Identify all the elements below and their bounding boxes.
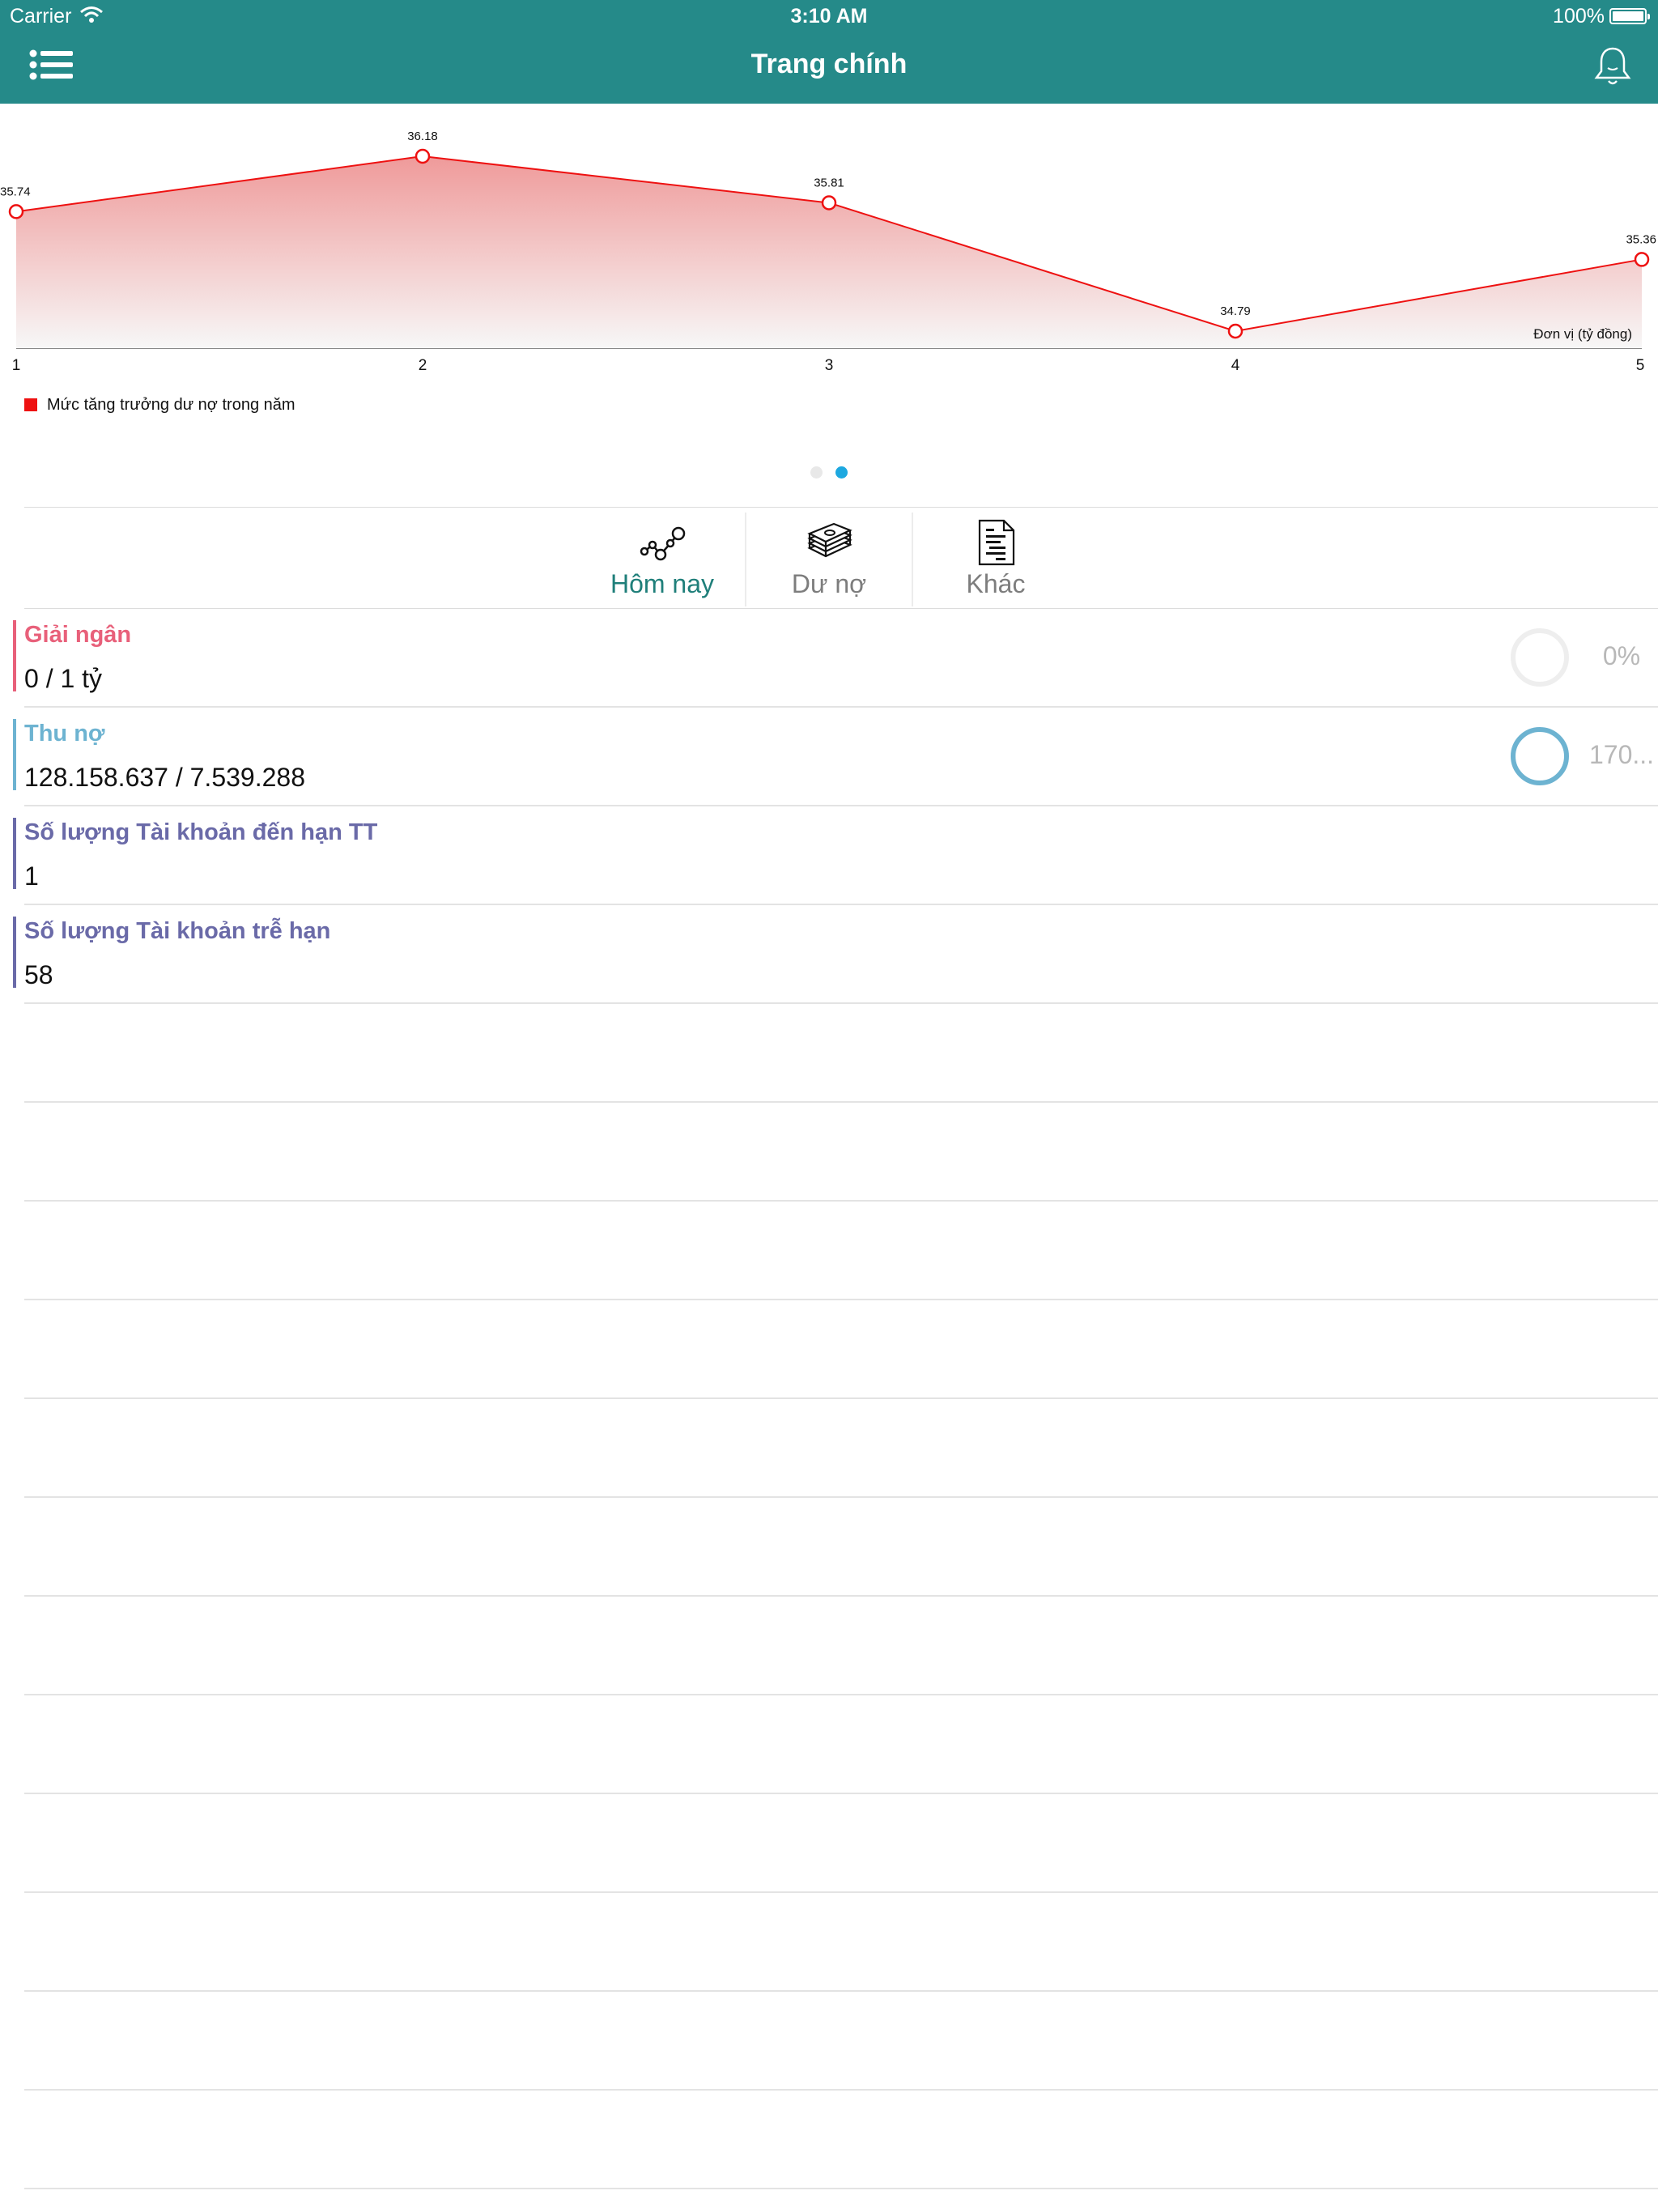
empty-row <box>24 1597 1658 1695</box>
empty-row <box>24 1695 1658 1794</box>
row-value: 1 <box>24 861 39 891</box>
empty-row <box>24 1498 1658 1597</box>
page-title: Trang chính <box>750 49 908 79</box>
summary-list: Giải ngân 0 / 1 tỷ 0% Thu nợ 128.158.637… <box>0 609 1658 2212</box>
unit-note: Đơn vị (tỷ đồng) <box>1533 326 1632 342</box>
tab-label: Khác <box>966 569 1026 598</box>
data-point <box>1227 323 1244 339</box>
legend-label: Mức tăng trưởng dư nợ trong năm <box>47 395 295 414</box>
tab-label: Dư nợ <box>791 569 867 598</box>
clock-label: 3:10 AM <box>790 5 868 28</box>
battery-icon <box>1609 8 1650 24</box>
progress-ring <box>1511 727 1569 785</box>
data-label: 34.79 <box>1220 304 1251 318</box>
progress-percent: 170... <box>1588 740 1655 769</box>
document-icon <box>978 519 1015 566</box>
row-value: 58 <box>24 960 53 989</box>
row-title: Số lượng Tài khoản đến hạn TT <box>24 819 378 845</box>
battery-percent: 100% <box>1553 5 1605 28</box>
row-accent-bar <box>13 818 16 889</box>
empty-row <box>24 1103 1658 1202</box>
tab-du-no[interactable]: Dư nợ <box>746 508 912 608</box>
page-dot-1[interactable] <box>810 466 823 479</box>
x-tick-label: 1 <box>12 357 21 374</box>
progress-percent: 0% <box>1602 641 1641 670</box>
network-graph-icon <box>640 526 686 561</box>
notifications-button[interactable] <box>1593 45 1632 87</box>
row-title: Số lượng Tài khoản trễ hạn <box>24 918 331 944</box>
empty-row <box>24 1399 1658 1498</box>
tab-label: Hôm nay <box>610 569 715 598</box>
list-item-giai-ngan[interactable]: Giải ngân 0 / 1 tỷ 0% <box>13 609 1658 708</box>
data-point <box>1634 252 1650 267</box>
empty-row <box>24 2189 1658 2212</box>
data-label: 36.18 <box>407 130 438 143</box>
list-item-thu-no[interactable]: Thu nợ 128.158.637 / 7.539.288 170... <box>13 708 1658 806</box>
data-label: 35.36 <box>1626 232 1656 246</box>
tab-khac[interactable]: Khác <box>913 508 1078 608</box>
page-dot-2[interactable] <box>835 466 848 479</box>
data-label: 35.74 <box>0 185 31 198</box>
progress-ring <box>1511 628 1569 687</box>
empty-row <box>24 1992 1658 2091</box>
empty-row <box>24 1300 1658 1399</box>
row-accent-bar <box>13 917 16 988</box>
tab-hom-nay[interactable]: Hôm nay <box>580 508 745 608</box>
debt-growth-chart: 35.74 1 36.18 2 35.81 3 34.79 4 35.36 5 Đơn vị (t… <box>0 104 1658 428</box>
empty-row <box>24 1893 1658 1992</box>
x-tick-label: 5 <box>1636 357 1645 374</box>
row-value: 128.158.637 / 7.539.288 <box>24 763 305 792</box>
status-bar: Carrier 3:10 AM 100% <box>0 0 1658 32</box>
x-tick-label: 3 <box>825 357 834 374</box>
empty-row <box>24 1794 1658 1893</box>
empty-row <box>24 1202 1658 1300</box>
data-point <box>821 195 837 211</box>
row-accent-bar <box>13 620 16 691</box>
bell-icon <box>1594 47 1631 85</box>
empty-row <box>24 1004 1658 1103</box>
x-tick-label: 2 <box>419 357 427 374</box>
data-label: 35.81 <box>814 176 844 189</box>
chart-legend: Mức tăng trưởng dư nợ trong năm <box>24 395 295 415</box>
empty-row <box>24 2091 1658 2189</box>
x-tick-label: 4 <box>1231 357 1240 374</box>
row-title: Thu nợ <box>24 721 105 747</box>
legend-swatch <box>24 398 37 411</box>
data-point <box>8 204 24 219</box>
line-chart: 35.74 1 36.18 2 35.81 3 34.79 4 35.36 5 Đơn vị (t… <box>0 130 1656 374</box>
list-item-accounts-overdue[interactable]: Số lượng Tài khoản trễ hạn 58 <box>13 905 1658 1004</box>
page-indicator[interactable] <box>0 466 1658 479</box>
navigation-bar: Carrier 3:10 AM 100% Trang chính <box>0 0 1658 104</box>
list-item-accounts-due[interactable]: Số lượng Tài khoản đến hạn TT 1 <box>13 806 1658 905</box>
tab-bar: Hôm nay Dư nợ Khác <box>24 507 1658 609</box>
money-stack-icon <box>807 522 852 558</box>
row-title: Giải ngân <box>24 622 132 648</box>
data-point <box>414 148 431 164</box>
row-value: 0 / 1 tỷ <box>24 664 103 693</box>
row-accent-bar <box>13 719 16 790</box>
